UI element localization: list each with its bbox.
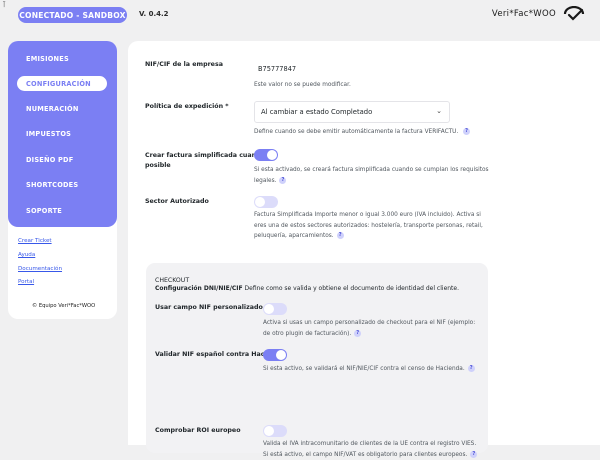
help-icon[interactable]: ? [470,451,477,458]
help-icon[interactable]: ? [354,330,361,337]
settings-panel: NIF/CIF de la empresa B75777847 Este val… [128,41,600,445]
link-crear-ticket[interactable]: Crear Ticket [18,238,52,244]
custom-nif-desc-line2-row: de otro plugin de facturación).? [263,329,475,340]
validate-nif-desc-text: Si esta activo, se validará el NIF/NIE/C… [263,366,465,372]
custom-nif-label: Usar campo NIF personalizado [155,303,263,313]
policy-label: Política de expedición * [145,102,229,112]
simplified-desc-line2-row: legales.? [254,176,489,187]
custom-nif-toggle[interactable] [263,303,287,315]
help-icon[interactable]: ? [279,177,286,184]
roi-toggle[interactable] [263,425,287,437]
link-portal[interactable]: Portal [18,279,34,285]
menu-item-shortcodes[interactable]: SHORTCODES [17,177,107,192]
checkout-heading: CHECKOUT [155,277,189,284]
toggle-knob [255,197,265,207]
sector-desc-line1: Factura Simplificada Importe menor o igu… [254,210,483,221]
nif-value: B75777847 [258,65,296,73]
menu-item-numeracion[interactable]: NUMERACIÓN [17,101,107,116]
help-icon[interactable]: ? [468,365,475,372]
sidebar-menu: EMISIONES CONFIGURACIÓN NUMERACIÓN IMPUE… [8,41,117,227]
sector-description: Factura Simplificada Importe menor o igu… [254,210,483,242]
simplified-desc-line2: legales. [254,178,276,184]
link-ayuda[interactable]: Ayuda [18,252,35,258]
policy-select[interactable]: Al cambiar a estado Completado ⌄ [254,101,450,123]
toggle-knob [276,350,286,360]
custom-nif-description: Activa si usas un campo personalizado de… [263,318,475,339]
brand-logo-icon [562,6,586,22]
link-documentacion[interactable]: Documentación [18,266,62,272]
simplified-description: Si esta activado, se creará factura simp… [254,165,489,186]
brand-name: Veri*Fac*WOO [492,9,556,19]
validate-nif-toggle[interactable] [263,349,287,361]
simplified-desc-line1: Si esta activado, se creará factura simp… [254,165,489,176]
checkout-section: CHECKOUT Configuración DNI/NIE/CIF Defin… [146,263,488,453]
roi-desc-line2: Si está activo, el campo NIF/VAT es obli… [263,452,467,458]
menu-item-diseno-pdf[interactable]: DISEÑO PDF [17,152,107,167]
help-icon[interactable]: ? [337,232,344,239]
checkout-subtitle: Configuración DNI/NIE/CIF Define como se… [155,285,459,292]
required-mark: * [225,103,228,110]
simplified-toggle[interactable] [254,149,278,161]
sector-label: Sector Autorizado [145,197,209,207]
validate-nif-description: Si esta activo, se validará el NIF/NIE/C… [263,364,475,375]
toggle-knob [264,426,274,436]
menu-item-configuracion[interactable]: CONFIGURACIÓN [17,76,107,91]
custom-nif-desc-line2: de otro plugin de facturación). [263,331,351,337]
roi-description: Valida el IVA intracomunitario de client… [263,439,487,460]
checkout-subtitle-text: Define como se valida y obtiene el docum… [243,285,459,292]
topbar: CONECTADO - SANDBOX V. 0.4.2 Veri*Fac*WO… [0,0,600,30]
plugin-version: V. 0.4.2 [139,10,169,18]
policy-label-text: Política de expedición [145,103,223,110]
help-icon[interactable]: ? [463,128,470,135]
sector-desc-line3-row: peluquería, aparcamientos.? [254,231,483,242]
nif-description: Este valor no se puede modificar. [254,80,351,91]
sector-desc-line3: peluquería, aparcamientos. [254,233,334,239]
policy-description: Define cuando se debe emitir automáticam… [254,127,470,138]
checkout-subtitle-bold: Configuración DNI/NIE/CIF [155,285,243,292]
sidebar: EMISIONES CONFIGURACIÓN NUMERACIÓN IMPUE… [8,41,117,319]
sector-desc-line2: eres una de estos sectores autorizados: … [254,221,483,232]
roi-desc-line2-row: Si está activo, el campo NIF/VAT es obli… [263,450,487,460]
copyright: © Equipo Veri*Fac*WOO [32,303,95,309]
menu-item-emisiones[interactable]: EMISIONES [17,51,107,66]
policy-select-value: Al cambiar a estado Completado [261,108,372,116]
nif-label: NIF/CIF de la empresa [145,60,223,70]
sector-toggle[interactable] [254,196,278,208]
policy-description-text: Define cuando se debe emitir automáticam… [254,129,458,135]
toggle-knob [267,150,277,160]
roi-label: Comprobar ROI europeo [155,426,241,436]
menu-item-impuestos[interactable]: IMPUESTOS [17,126,107,141]
connection-status-badge: CONECTADO - SANDBOX [18,7,127,23]
toggle-knob [264,304,274,314]
chevron-down-icon: ⌄ [436,107,442,115]
menu-item-soporte[interactable]: SOPORTE [17,203,107,218]
custom-nif-desc-line1: Activa si usas un campo personalizado de… [263,318,475,329]
roi-desc-line1: Valida el IVA intracomunitario de client… [263,439,487,450]
brand: Veri*Fac*WOO [492,6,586,22]
